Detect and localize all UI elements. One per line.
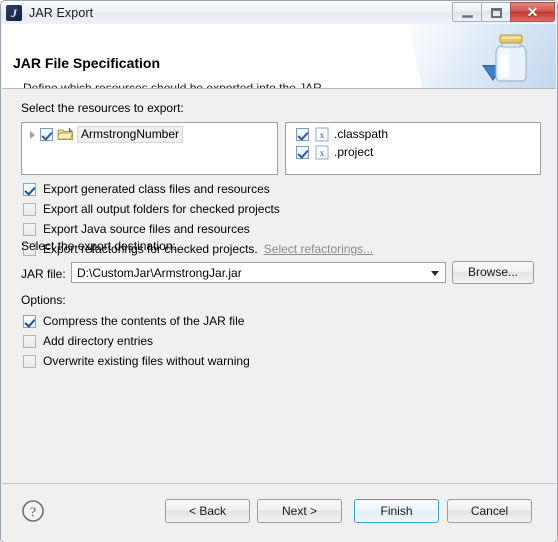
project-tree-panel[interactable]: ArmstrongNumber: [21, 122, 278, 175]
svg-text:?: ?: [30, 506, 36, 521]
next-button[interactable]: Next >: [257, 499, 342, 523]
page-description: Define which resources should be exporte…: [23, 81, 326, 89]
checkbox-export-java-source-files[interactable]: Export Java source files and resources: [23, 221, 250, 237]
title-bar: JAR Export ✕: [1, 1, 557, 24]
jar-file-combobox[interactable]: D:\CustomJar\ArmstrongJar.jar: [71, 262, 446, 283]
close-button[interactable]: ✕: [510, 2, 555, 22]
checkbox-label: Add directory entries: [43, 334, 154, 348]
jar-export-dialog: JAR Export ✕ JAR File Specification Defi…: [0, 0, 558, 542]
checkbox-label: Export generated class files and resourc…: [43, 182, 270, 196]
browse-button[interactable]: Browse...: [452, 261, 534, 284]
checkbox-label: Compress the contents of the JAR file: [43, 314, 245, 328]
maximize-button[interactable]: [481, 2, 510, 22]
jar-file-input[interactable]: D:\CustomJar\ArmstrongJar.jar: [72, 266, 426, 280]
file-item-checkbox[interactable]: [296, 145, 309, 159]
checkbox-add-directory-entries[interactable]: Add directory entries: [23, 333, 153, 349]
close-icon: ✕: [526, 4, 539, 20]
tree-item-checkbox[interactable]: [40, 127, 53, 141]
checkbox-box[interactable]: [23, 314, 36, 328]
minimize-button[interactable]: [452, 2, 481, 22]
svg-text:x: x: [320, 130, 325, 140]
back-button[interactable]: < Back: [165, 499, 250, 523]
file-item-label: .classpath: [334, 127, 389, 141]
maximize-icon: [491, 8, 502, 18]
checkbox-box[interactable]: [23, 182, 36, 196]
checkbox-export-all-output-folders[interactable]: Export all output folders for checked pr…: [23, 201, 280, 217]
checkbox-label: Export all output folders for checked pr…: [43, 202, 280, 216]
resource-files-panel[interactable]: x .classpath x .project: [285, 122, 541, 175]
file-item-classpath[interactable]: x .classpath: [286, 125, 540, 143]
checkbox-box[interactable]: [23, 202, 36, 216]
file-item-project[interactable]: x .project: [286, 143, 540, 161]
tree-item-armstrongnumber[interactable]: ArmstrongNumber: [22, 123, 277, 143]
xml-file-icon: x: [315, 145, 329, 159]
dialog-content: Select the resources to export: Armstron…: [2, 89, 556, 483]
jar-illustration-icon: [482, 34, 527, 82]
jar-file-label: JAR file:: [21, 267, 66, 281]
cancel-button[interactable]: Cancel: [447, 499, 532, 523]
destination-label: Select the export destination:: [21, 239, 176, 253]
checkbox-box[interactable]: [23, 334, 36, 348]
checkbox-overwrite-existing-files[interactable]: Overwrite existing files without warning: [23, 353, 250, 369]
finish-button[interactable]: Finish: [354, 499, 439, 523]
jar-export-app-icon: [6, 4, 22, 21]
window-controls: ✕: [452, 2, 555, 22]
checkbox-export-generated-class-files[interactable]: Export generated class files and resourc…: [23, 181, 270, 197]
minimize-icon: [462, 15, 473, 18]
checkbox-box[interactable]: [23, 222, 36, 236]
checkbox-compress-jar-contents[interactable]: Compress the contents of the JAR file: [23, 313, 244, 329]
help-question-icon[interactable]: ?: [21, 499, 45, 523]
resources-label: Select the resources to export:: [21, 101, 184, 115]
file-item-label: .project: [334, 145, 374, 159]
checkbox-label: Overwrite existing files without warning: [43, 354, 250, 368]
chevron-down-icon[interactable]: [426, 263, 445, 282]
dialog-footer: ? < Back Next > Finish Cancel: [2, 483, 556, 542]
xml-file-icon: x: [315, 127, 329, 141]
page-title: JAR File Specification: [13, 55, 161, 71]
file-item-checkbox[interactable]: [296, 127, 309, 141]
select-refactorings-link[interactable]: Select refactorings...: [264, 242, 373, 256]
java-project-folder-icon: [57, 128, 74, 140]
checkbox-box[interactable]: [23, 354, 36, 368]
window-title: JAR Export: [29, 5, 94, 20]
chevron-right-icon[interactable]: [26, 127, 40, 141]
svg-text:x: x: [320, 148, 325, 158]
options-label: Options:: [21, 293, 66, 307]
checkbox-label: Export Java source files and resources: [43, 222, 250, 236]
tree-item-label: ArmstrongNumber: [77, 125, 184, 143]
wizard-header: JAR File Specification Define which reso…: [2, 24, 556, 89]
